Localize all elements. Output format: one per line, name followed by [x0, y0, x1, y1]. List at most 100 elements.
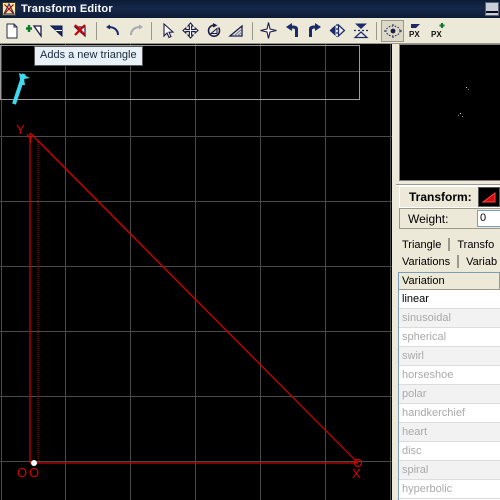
triangles-layer: Y O X Y O: [16, 122, 363, 481]
tab-variables[interactable]: Variab: [462, 253, 500, 270]
toggle-preview-button[interactable]: [381, 19, 404, 42]
origin-handle: [31, 460, 37, 466]
variation-row-label: swirl: [402, 350, 424, 362]
toolbar: PX PX: [0, 18, 500, 44]
add-triangle-icon: [25, 24, 42, 38]
render-preview[interactable]: [399, 44, 500, 181]
weight-input[interactable]: 0: [477, 210, 500, 227]
tab-triangle[interactable]: Triangle: [398, 236, 446, 253]
tab-divider-2: [457, 255, 460, 268]
scale-tool-button[interactable]: [225, 20, 248, 42]
transform-row: Transform:: [399, 186, 500, 208]
scale-triangle-icon: [228, 24, 243, 37]
variation-row-label: horseshoe: [402, 369, 454, 381]
variations-column-header[interactable]: Variation: [399, 273, 500, 290]
undo-arrow-icon: [105, 24, 119, 35]
rotate-tool-button[interactable]: [202, 20, 225, 42]
flip-horizontal-button[interactable]: [326, 20, 349, 42]
pixel-coords-button[interactable]: PX: [404, 20, 427, 42]
px-add-icon: PX: [431, 22, 444, 39]
new-flame-button[interactable]: [0, 20, 23, 42]
maximize-button[interactable]: [485, 2, 499, 16]
rotate-icon: [207, 22, 220, 37]
separator-3: [252, 21, 253, 40]
transform-label: Transform:: [409, 190, 472, 204]
svg-text:PX: PX: [409, 30, 420, 39]
world-pivot-button[interactable]: [257, 20, 280, 42]
svg-text:X: X: [352, 466, 361, 481]
flip-vertical-button[interactable]: [349, 20, 372, 42]
transform-editor-icon: [2, 2, 16, 16]
variation-row-label: spherical: [402, 331, 447, 343]
compass-star-icon: [260, 22, 277, 39]
move-cross-icon: [182, 22, 199, 39]
variation-row-label: handkerchief: [402, 407, 465, 419]
triangle-editor-canvas[interactable]: Y O X Y O: [0, 44, 392, 500]
pointer-arrow-icon: [162, 22, 174, 38]
transform-editor-window: Transform Editor PX PX Y O X Y O Adds a …: [0, 0, 500, 500]
variation-row[interactable]: heart: [399, 423, 500, 442]
variation-row[interactable]: disc: [399, 442, 500, 461]
arrow-turn-right-icon: [308, 23, 321, 37]
delete-triangle-button[interactable]: [69, 20, 92, 42]
tab-variations[interactable]: Variations: [398, 253, 455, 270]
svg-text:Y: Y: [26, 131, 35, 146]
redo-arrow-icon: [129, 24, 143, 35]
variation-row-label: polar: [402, 388, 427, 400]
new-document-icon: [6, 23, 17, 38]
variation-row[interactable]: sinusoidal: [399, 309, 500, 328]
add-triangle-button[interactable]: [23, 20, 46, 42]
variation-row-label: linear: [402, 293, 429, 305]
separator-4: [376, 21, 377, 40]
title-bar[interactable]: Transform Editor: [0, 0, 500, 18]
variation-row[interactable]: polar: [399, 385, 500, 404]
separator-1: [96, 21, 97, 40]
transform-color-swatch[interactable]: [477, 187, 500, 207]
rotate-left-button[interactable]: [280, 20, 303, 42]
tab-transform[interactable]: Transfo: [453, 236, 499, 253]
right-panel: Transform: Weight: 0 Triangle Transfo Va…: [392, 44, 500, 500]
delete-triangle-icon: [73, 23, 86, 37]
undo-button[interactable]: [101, 20, 124, 42]
tooltip-text: Adds a new triangle: [40, 49, 137, 61]
separator-2: [151, 21, 152, 40]
duplicate-triangle-button[interactable]: [46, 20, 69, 42]
variations-listbox[interactable]: Variation linear sinusoidal spherical swirl…: [398, 272, 500, 500]
variation-row-label: spiral: [402, 464, 429, 476]
select-tool-button[interactable]: [156, 20, 179, 42]
variation-row[interactable]: hyperbolic: [399, 480, 500, 499]
variation-row[interactable]: swirl: [399, 347, 500, 366]
flip-vertical-icon: [352, 23, 369, 39]
weight-label: Weight:: [408, 211, 449, 226]
variations-rows: linear sinusoidal spherical swirl horseshoe p…: [399, 290, 500, 499]
variation-row[interactable]: linear: [399, 290, 500, 309]
triangle-2: Y O: [26, 131, 359, 480]
px-flag-icon: PX: [409, 23, 420, 39]
svg-text:O: O: [17, 465, 27, 480]
flip-horizontal-icon: [329, 23, 345, 38]
svg-text:PX: PX: [431, 30, 442, 39]
variation-row-label: disc: [402, 445, 422, 457]
window-controls: [485, 0, 500, 18]
rotate-right-button[interactable]: [303, 20, 326, 42]
variation-row[interactable]: handkerchief: [399, 404, 500, 423]
variation-row-label: heart: [402, 426, 428, 438]
duplicate-triangle-icon: [49, 25, 63, 37]
svg-text:O: O: [29, 465, 39, 480]
tabstrip-row-1: Triangle Transfo: [398, 236, 500, 253]
tab-divider-1: [448, 238, 451, 251]
tooltip: Adds a new triangle: [34, 46, 143, 66]
redo-button[interactable]: [124, 20, 147, 42]
variation-row[interactable]: horseshoe: [399, 366, 500, 385]
variation-row[interactable]: spherical: [399, 328, 500, 347]
mouse-cursor-icon: [12, 73, 30, 105]
triangle-1: Y O X: [16, 122, 361, 481]
move-tool-button[interactable]: [179, 20, 202, 42]
tabstrip-row-2: Variations Variab: [398, 253, 500, 270]
weight-row: Weight: 0: [399, 208, 500, 229]
add-pixel-button[interactable]: PX: [427, 20, 450, 42]
window-title: Transform Editor: [21, 3, 113, 15]
svg-text:Y: Y: [16, 122, 25, 137]
eye-preview-icon: [383, 23, 402, 38]
variation-row[interactable]: spiral: [399, 461, 500, 480]
